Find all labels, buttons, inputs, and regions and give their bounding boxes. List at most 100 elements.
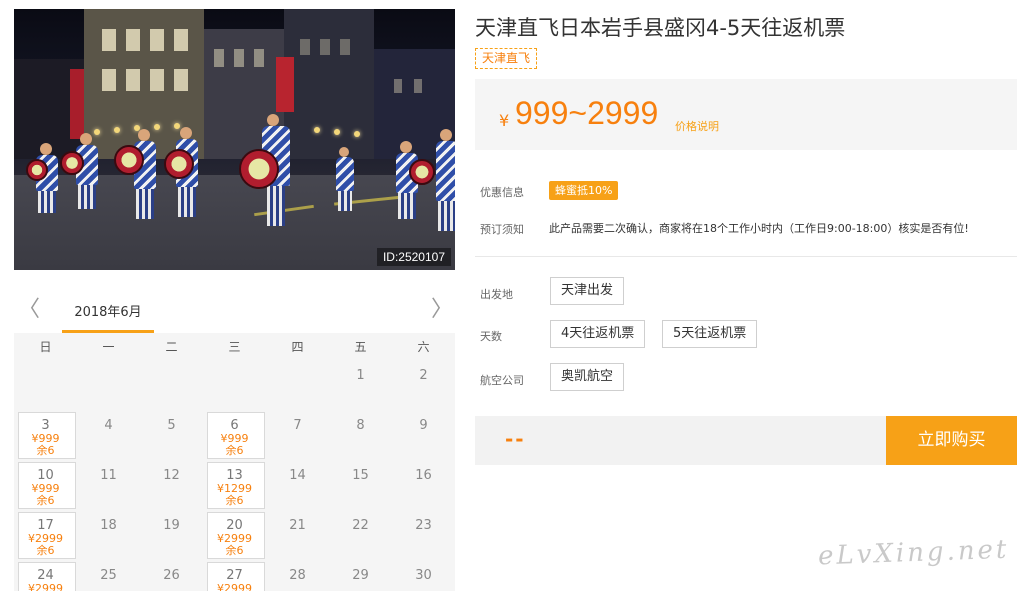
calendar-day-remaining: 余6 xyxy=(36,544,55,557)
calendar-month-tab[interactable]: 2018年6月 xyxy=(62,295,154,333)
calendar-empty-cell xyxy=(140,361,203,411)
calendar-day: 30 xyxy=(392,561,455,591)
departure-label: 出发地 xyxy=(480,288,513,301)
calendar-day[interactable]: 17 ¥2999 余6 xyxy=(14,511,77,561)
calendar-day-number: 8 xyxy=(356,418,365,433)
calendar-day-price: ¥2999 xyxy=(217,582,252,591)
calendar-empty-cell xyxy=(77,361,140,411)
site-watermark: eLvXing.net xyxy=(817,534,1010,572)
calendar-day-number: 11 xyxy=(100,468,117,483)
calendar-day-number: 15 xyxy=(352,468,369,483)
weekday-label: 五 xyxy=(354,340,367,354)
calendar-day: 18 xyxy=(77,511,140,561)
calendar-day-remaining: 余6 xyxy=(225,494,244,507)
notice-text: 此产品需要二次确认，商家将在18个工作小时内（工作日9:00-18:00）核实是… xyxy=(549,222,969,235)
calendar-day[interactable]: 13 ¥1299 余6 xyxy=(203,461,266,511)
airline-label: 航空公司 xyxy=(480,374,524,387)
calendar-day: 19 xyxy=(140,511,203,561)
calendar-day: 9 xyxy=(392,411,455,461)
price-panel: ¥ 999~2999 价格说明 xyxy=(475,79,1017,150)
calendar-day-number: 6 xyxy=(230,418,239,433)
calendar-day-number: 12 xyxy=(163,468,180,483)
calendar-day: 14 xyxy=(266,461,329,511)
weekday-label: 三 xyxy=(228,340,241,354)
currency-symbol: ¥ xyxy=(499,111,510,130)
calendar-day-number: 25 xyxy=(100,568,117,583)
calendar-day-number: 20 xyxy=(226,518,243,533)
calendar-header: 〈 2018年6月 〉 xyxy=(14,295,455,333)
calendar-day[interactable]: 27 ¥2999 xyxy=(203,561,266,591)
calendar-day-number: 23 xyxy=(415,518,432,533)
calendar-day: 26 xyxy=(140,561,203,591)
days-option-5[interactable]: 5天往返机票 xyxy=(662,320,758,348)
calendar-day: 21 xyxy=(266,511,329,561)
calendar-day: 16 xyxy=(392,461,455,511)
calendar-day-number: 18 xyxy=(100,518,117,533)
product-title: 天津直飞日本岩手县盛冈4-5天往返机票 xyxy=(475,16,846,40)
calendar-empty-cell xyxy=(14,361,77,411)
calendar-day[interactable]: 20 ¥2999 余6 xyxy=(203,511,266,561)
divider xyxy=(475,256,1017,257)
calendar-grid: 1 2 3 ¥999 余6 4 5 6 ¥999 余6 7 8 9 10 ¥999 余6 11 12 13 ¥1299… xyxy=(14,361,455,591)
calendar-day-number: 24 xyxy=(37,568,54,583)
weekday-label: 二 xyxy=(165,340,178,354)
promo-badge: 蜂蜜抵10% xyxy=(549,181,619,200)
calendar-day: 23 xyxy=(392,511,455,561)
calendar-day: 4 xyxy=(77,411,140,461)
price-range: 999~2999 xyxy=(515,95,659,131)
calendar-day-number: 21 xyxy=(289,518,306,533)
price-note-link[interactable]: 价格说明 xyxy=(675,118,719,134)
buy-now-button[interactable]: 立即购买 xyxy=(886,416,1017,465)
calendar-day-number: 4 xyxy=(104,418,113,433)
calendar-day[interactable]: 3 ¥999 余6 xyxy=(14,411,77,461)
calendar-day: 11 xyxy=(77,461,140,511)
calendar-day[interactable]: 6 ¥999 余6 xyxy=(203,411,266,461)
departure-option[interactable]: 天津出发 xyxy=(550,277,625,305)
days-label: 天数 xyxy=(480,330,502,343)
total-price: -- xyxy=(505,427,526,451)
calendar-day: 8 xyxy=(329,411,392,461)
calendar-day-number: 19 xyxy=(163,518,180,533)
days-option-4[interactable]: 4天往返机票 xyxy=(550,320,646,348)
airline-option[interactable]: 奥凯航空 xyxy=(550,363,625,391)
price-calendar: 〈 2018年6月 〉 日 一 二 三 四 五 六 1 2 3 ¥999 余6 4 5 6 ¥9… xyxy=(14,295,455,591)
prev-month-chevron-left-icon[interactable]: 〈 xyxy=(18,297,40,323)
calendar-day-number: 7 xyxy=(293,418,302,433)
next-month-chevron-right-icon[interactable]: 〉 xyxy=(431,297,453,323)
calendar-day: 2 xyxy=(392,361,455,411)
calendar-day-number: 22 xyxy=(352,518,369,533)
calendar-day-number: 1 xyxy=(356,368,365,383)
calendar-day-number: 2 xyxy=(419,368,428,383)
photo-id-label: ID:2520107 xyxy=(376,248,451,266)
weekday-label: 六 xyxy=(417,340,430,354)
calendar-day-number: 13 xyxy=(226,468,243,483)
weekday-label: 一 xyxy=(102,340,115,354)
weekday-label: 日 xyxy=(39,340,52,354)
calendar-day: 22 xyxy=(329,511,392,561)
calendar-day[interactable]: 10 ¥999 余6 xyxy=(14,461,77,511)
calendar-day-number: 28 xyxy=(289,568,306,583)
calendar-day-number: 27 xyxy=(226,568,243,583)
calendar-day-remaining: 余6 xyxy=(225,444,244,457)
calendar-day-number: 9 xyxy=(419,418,428,433)
calendar-day-number: 29 xyxy=(352,568,369,583)
calendar-empty-cell xyxy=(266,361,329,411)
promo-label: 优惠信息 xyxy=(480,186,524,199)
calendar-day[interactable]: 24 ¥2999 xyxy=(14,561,77,591)
calendar-day: 5 xyxy=(140,411,203,461)
calendar-day-remaining: 余6 xyxy=(36,444,55,457)
calendar-day: 12 xyxy=(140,461,203,511)
calendar-empty-cell xyxy=(203,361,266,411)
calendar-day: 1 xyxy=(329,361,392,411)
calendar-day-number: 17 xyxy=(37,518,54,533)
calendar-day-number: 10 xyxy=(37,468,54,483)
calendar-day: 29 xyxy=(329,561,392,591)
calendar-day-number: 3 xyxy=(41,418,50,433)
calendar-day-remaining: 余6 xyxy=(36,494,55,507)
calendar-day: 15 xyxy=(329,461,392,511)
calendar-day-number: 5 xyxy=(167,418,176,433)
product-photo: ID:2520107 xyxy=(14,9,455,270)
calendar-day-remaining: 余6 xyxy=(225,544,244,557)
notice-label: 预订须知 xyxy=(480,223,524,236)
calendar-day-number: 14 xyxy=(289,468,306,483)
